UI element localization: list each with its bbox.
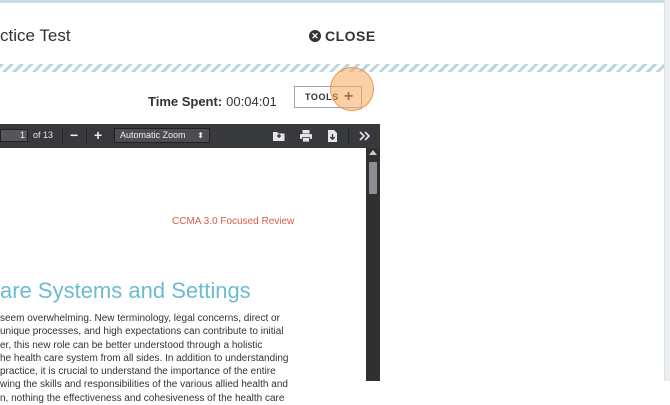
toolbar-separator — [86, 128, 87, 144]
page-count: of 13 — [33, 130, 54, 140]
pdf-viewer: 1 of 13 − + Automatic Zoom ⬍ CCMA 3.0 Fo… — [0, 124, 380, 404]
zoom-out-button[interactable]: − — [70, 127, 78, 143]
body-line: seem overwhelming. New terminology, lega… — [0, 313, 280, 324]
close-button[interactable]: ✕ CLOSE — [309, 28, 376, 44]
body-line: he health care system from all sides. In… — [0, 352, 289, 364]
zoom-select-value: Automatic Zoom — [120, 130, 186, 140]
dropdown-caret-icon: ⬍ — [197, 131, 204, 140]
body-text: seem overwhelming. New terminology, lega… — [0, 312, 366, 405]
section-heading: are Systems and Settings — [0, 278, 251, 303]
tools-label: TOOLS — [305, 92, 339, 102]
toolbar-separator — [348, 128, 349, 144]
pdf-toolbar: 1 of 13 − + Automatic Zoom ⬍ — [0, 124, 380, 148]
body-line: er, this new role can be better understo… — [0, 339, 263, 351]
close-label: CLOSE — [325, 28, 376, 44]
page-number-input[interactable]: 1 — [0, 129, 28, 142]
close-icon: ✕ — [309, 30, 321, 42]
toolbar-separator — [62, 128, 63, 144]
body-line: unique processes, and high expectations … — [0, 326, 284, 338]
open-file-icon[interactable] — [272, 129, 286, 143]
header-divider — [0, 64, 664, 72]
print-icon[interactable] — [299, 129, 313, 143]
tools-menu-icon[interactable] — [358, 129, 372, 143]
zoom-in-button[interactable]: + — [94, 127, 102, 143]
tools-button[interactable]: TOOLS + — [294, 86, 362, 108]
top-strip — [0, 0, 670, 3]
running-header: CCMA 3.0 Focused Review — [172, 216, 295, 227]
pdf-scrollbar[interactable] — [366, 148, 380, 381]
time-spent: Time Spent: 00:04:01 — [148, 94, 277, 109]
time-spent-value: 00:04:01 — [226, 94, 277, 109]
window-edge — [664, 0, 670, 381]
time-spent-label: Time Spent: — [148, 94, 223, 109]
pdf-page: CCMA 3.0 Focused Review are Systems and … — [0, 148, 366, 404]
plus-icon: + — [343, 88, 354, 105]
zoom-select[interactable]: Automatic Zoom ⬍ — [114, 128, 210, 143]
body-line: practice, it is crucial to understand th… — [0, 366, 276, 378]
page-title: ctice Test — [0, 26, 71, 45]
body-line: n, nothing the effectiveness and cohesiv… — [0, 392, 285, 404]
body-line: wing the skills and responsibilities of … — [0, 379, 288, 391]
download-icon[interactable] — [325, 129, 339, 143]
scroll-up-icon[interactable] — [369, 150, 377, 155]
scrollbar-thumb[interactable] — [369, 162, 377, 194]
